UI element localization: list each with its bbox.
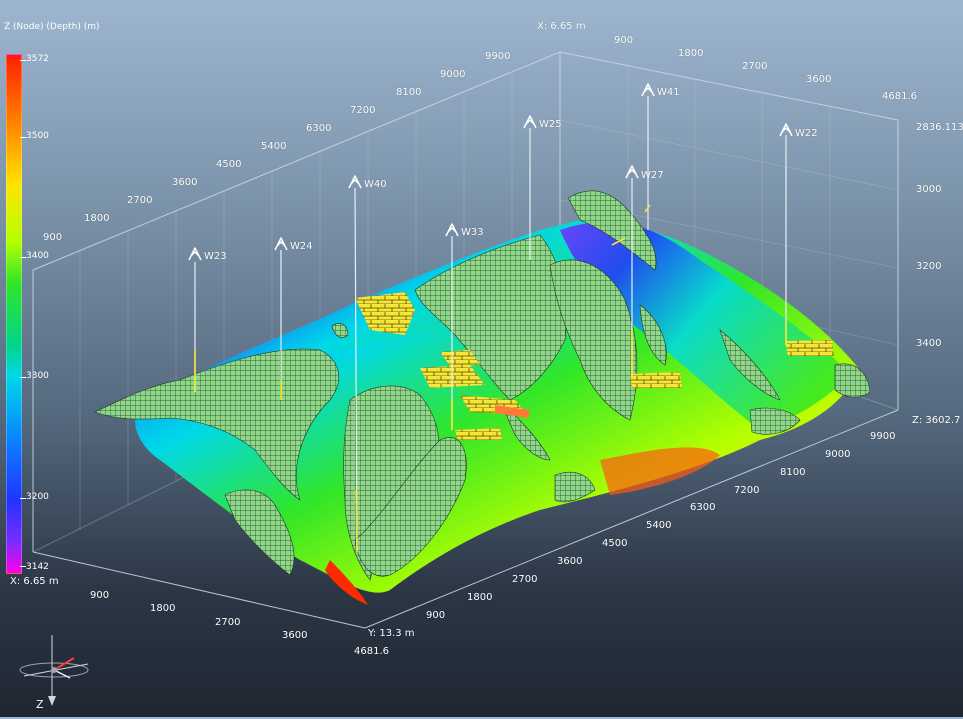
left-back-tick: 7200 — [350, 105, 376, 116]
well-head-icon — [274, 237, 288, 251]
well-label-w27[interactable]: W27 — [641, 170, 664, 181]
3d-viewport[interactable]: Z (Node) (Depth) (m) 3572 3500 3400 3300… — [0, 0, 963, 717]
colorbar-label: 3200 — [26, 492, 49, 502]
well-head-icon — [445, 223, 459, 237]
well-head-icon — [779, 123, 793, 137]
right-front-tick: 1800 — [467, 592, 493, 603]
left-back-tick: 2700 — [127, 195, 153, 206]
left-back-tick: 3600 — [172, 177, 198, 188]
well-label-w23[interactable]: W23 — [204, 251, 227, 262]
orientation-axis-widget[interactable]: Z — [14, 630, 104, 715]
well-label-w41[interactable]: W41 — [657, 87, 680, 98]
top-back-tick: 4681.6 — [882, 91, 917, 102]
right-front-tick: 5400 — [646, 520, 672, 531]
right-front-tick: 9900 — [870, 431, 896, 442]
bottom-front-tick: 3600 — [282, 630, 308, 641]
right-front-tick: 2700 — [512, 574, 538, 585]
left-back-tick: 9000 — [440, 69, 466, 80]
right-front-tick: 900 — [426, 610, 446, 621]
right-z-tick: 3400 — [916, 338, 942, 349]
left-back-tick: 4500 — [216, 159, 242, 170]
colorbar-label: 3400 — [26, 251, 49, 261]
right-z-tick: 3200 — [916, 261, 942, 272]
left-back-tick: 900 — [43, 232, 63, 243]
legend-title: Z (Node) (Depth) (m) — [4, 22, 100, 32]
left-back-tick: 8100 — [396, 87, 422, 98]
colorbar-label: 3300 — [26, 371, 49, 381]
orientation-axes-icon — [19, 635, 89, 706]
top-back-tick: 900 — [614, 35, 634, 46]
colorbar-label: 3142 — [26, 562, 49, 572]
well-label-w25[interactable]: W25 — [539, 119, 562, 130]
well-head-icon — [523, 115, 537, 129]
bottom-front-tick: 900 — [90, 590, 110, 601]
right-front-tick: 7200 — [734, 485, 760, 496]
right-front-tick: 3600 — [557, 556, 583, 567]
bottom-front-tick: 1800 — [150, 603, 176, 614]
orientation-z-label: Z — [36, 698, 44, 711]
z-axis-title: Z: 3602.7 m — [912, 415, 963, 426]
well-label-w33[interactable]: W33 — [461, 227, 484, 238]
right-z-tick: 3000 — [916, 184, 942, 195]
well-label-w22[interactable]: W22 — [795, 128, 818, 139]
colorbar-label: 3500 — [26, 131, 49, 141]
right-front-tick: 4500 — [602, 538, 628, 549]
depth-colorbar — [6, 54, 22, 574]
x-axis-title-bottom: X: 6.65 m — [10, 576, 59, 587]
x-axis-title-top: X: 6.65 m — [537, 21, 586, 32]
well-head-icons — [188, 83, 793, 261]
right-front-tick: 8100 — [780, 467, 806, 478]
bottom-front-tick: 2700 — [215, 617, 241, 628]
top-back-tick: 3600 — [806, 74, 832, 85]
right-front-tick: 6300 — [690, 502, 716, 513]
well-head-icon — [348, 175, 362, 189]
y-axis-title: Y: 13.3 m — [368, 628, 415, 639]
well-head-icon — [641, 83, 655, 97]
left-back-tick: 5400 — [261, 141, 287, 152]
left-back-tick: 6300 — [306, 123, 332, 134]
scene-svg — [32, 51, 899, 629]
left-back-tick: 1800 — [84, 213, 110, 224]
well-head-icon — [188, 247, 202, 261]
right-z-tick: 2836.113 — [916, 122, 963, 133]
bottom-front-tick: 4681.6 — [354, 646, 389, 657]
left-back-tick: 9900 — [485, 51, 511, 62]
well-label-w40[interactable]: W40 — [364, 179, 387, 190]
top-back-tick: 2700 — [742, 61, 768, 72]
top-back-tick: 1800 — [678, 48, 704, 59]
right-front-tick: 9000 — [825, 449, 851, 460]
colorbar-label: 3572 — [26, 54, 49, 64]
well-label-w24[interactable]: W24 — [290, 241, 313, 252]
